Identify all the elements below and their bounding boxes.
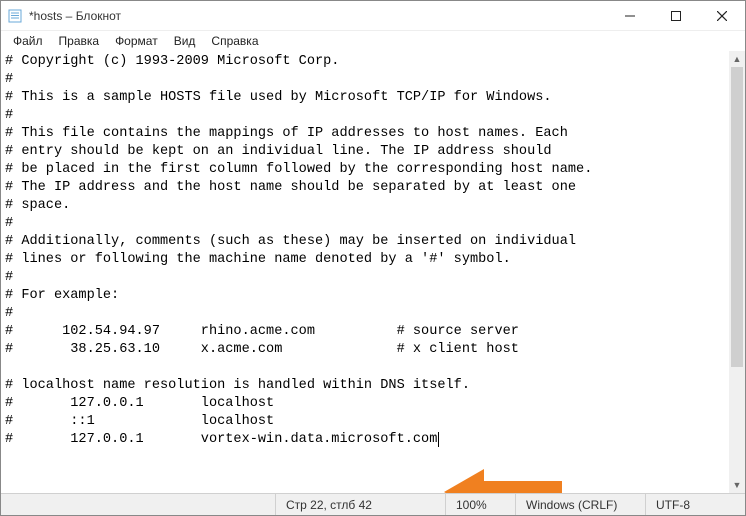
status-line-ending: Windows (CRLF) — [515, 494, 645, 515]
menu-view[interactable]: Вид — [166, 33, 204, 49]
maximize-button[interactable] — [653, 1, 699, 31]
text-content[interactable]: # Copyright (c) 1993-2009 Microsoft Corp… — [5, 54, 592, 447]
status-position: Стр 22, стлб 42 — [275, 494, 445, 515]
window-title: *hosts – Блокнот — [29, 9, 121, 23]
menu-help[interactable]: Справка — [203, 33, 266, 49]
scroll-down-icon[interactable]: ▼ — [729, 477, 745, 493]
menu-edit[interactable]: Правка — [51, 33, 108, 49]
annotation-arrow-icon — [444, 467, 564, 493]
scroll-thumb[interactable] — [731, 67, 743, 367]
editor-area[interactable]: # Copyright (c) 1993-2009 Microsoft Corp… — [1, 51, 745, 493]
vertical-scrollbar[interactable]: ▲ ▼ — [729, 51, 745, 493]
menu-file[interactable]: Файл — [5, 33, 51, 49]
statusbar: Стр 22, стлб 42 100% Windows (CRLF) UTF-… — [1, 493, 745, 515]
notepad-window: *hosts – Блокнот Файл Правка Формат Вид … — [0, 0, 746, 516]
text-caret — [438, 432, 439, 447]
close-button[interactable] — [699, 1, 745, 31]
titlebar[interactable]: *hosts – Блокнот — [1, 1, 745, 31]
status-zoom: 100% — [445, 494, 515, 515]
minimize-button[interactable] — [607, 1, 653, 31]
menubar: Файл Правка Формат Вид Справка — [1, 31, 745, 51]
scroll-up-icon[interactable]: ▲ — [729, 51, 745, 67]
status-encoding: UTF-8 — [645, 494, 745, 515]
menu-format[interactable]: Формат — [107, 33, 166, 49]
notepad-icon — [7, 8, 23, 24]
editor-content[interactable]: # Copyright (c) 1993-2009 Microsoft Corp… — [1, 51, 745, 451]
